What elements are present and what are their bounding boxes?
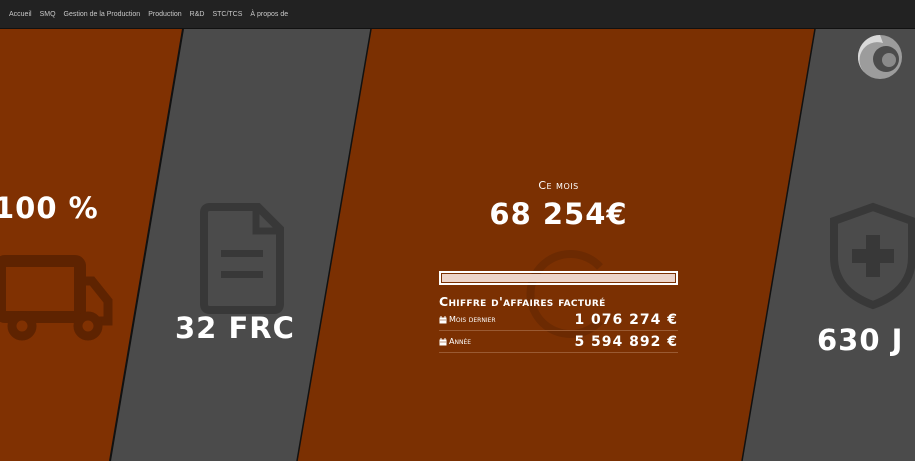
revenue-progress-fill (442, 274, 675, 282)
revenue-row-year: Année 5 594 892 € (439, 331, 678, 353)
last-month-value: 1 076 274 € (574, 311, 678, 328)
dashboard-stage: 100 % 32 FRC 630 J Ce mois 68 254€ Chiff… (0, 29, 915, 461)
year-value: 5 594 892 € (574, 333, 678, 350)
safety-kpi-value: 630 J (817, 323, 904, 357)
calendar-icon (439, 337, 447, 345)
delivery-kpi-value: 100 % (0, 191, 99, 225)
top-navbar: Accueil SMQ Gestion de la Production Pro… (0, 0, 915, 29)
nav-item-a-propos[interactable]: À propos de (250, 11, 288, 18)
revenue-subtitle: Chiffre d'affaires facturé (439, 294, 606, 309)
revenue-card: Ce mois 68 254€ Chiffre d'affaires factu… (439, 179, 678, 353)
nav-item-accueil[interactable]: Accueil (9, 11, 32, 18)
year-label: Année (449, 337, 472, 346)
nav-item-stc-tcs[interactable]: STC/TCS (212, 11, 242, 18)
nav-item-smq[interactable]: SMQ (40, 11, 56, 18)
documents-kpi-value: 32 FRC (175, 311, 295, 345)
row-label: Année (439, 337, 471, 346)
revenue-row-last-month: Mois dernier 1 076 274 € (439, 309, 678, 331)
nav-item-production[interactable]: Production (148, 11, 181, 18)
revenue-period-title: Ce mois (538, 179, 579, 192)
revenue-month-value: 68 254€ (489, 197, 628, 231)
calendar-icon (439, 315, 447, 323)
last-month-label: Mois dernier (449, 315, 496, 324)
revenue-progress-bar (439, 271, 678, 285)
nav-item-gestion-production[interactable]: Gestion de la Production (64, 11, 141, 18)
company-logo-icon (857, 34, 902, 79)
nav-item-rnd[interactable]: R&D (190, 11, 205, 18)
row-label: Mois dernier (439, 315, 496, 324)
